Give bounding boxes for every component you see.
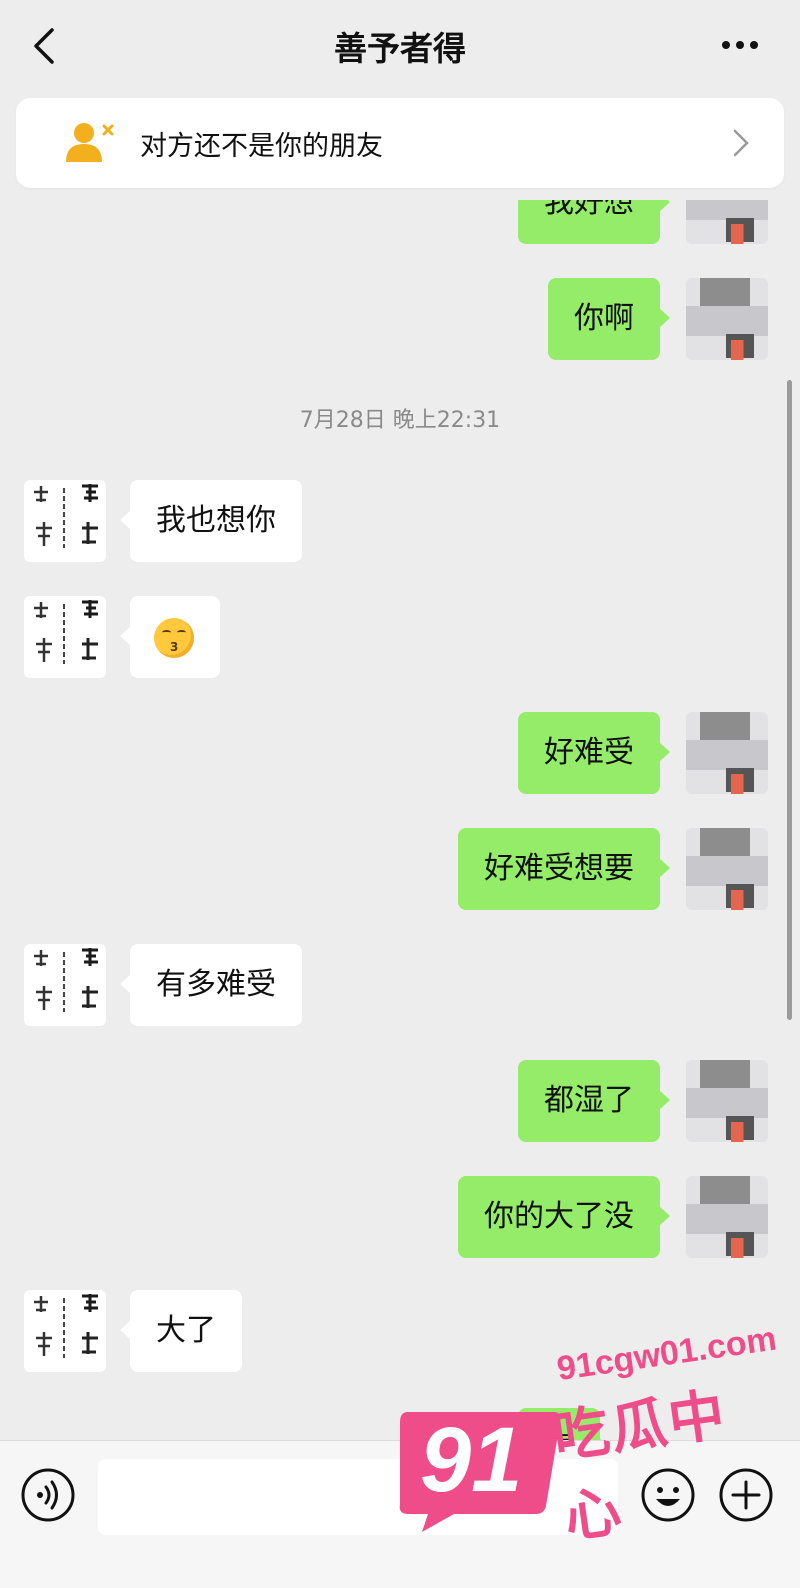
contact-avatar[interactable] [24,1290,106,1372]
kissing-face-icon: 3 [154,618,194,658]
calligraphy-avatar-image [34,948,98,1012]
message-bubble-received[interactable]: 3 [120,596,220,678]
calligraphy-avatar-image [34,1294,98,1358]
scrollbar[interactable] [787,380,792,1020]
message-bubble-received[interactable]: 有多难受 [120,944,302,1026]
message-timestamp: 7月28日 晚上22:31 [299,408,501,433]
chat-header: 善予者得 [0,0,800,96]
watermark-number: 91 [420,1409,523,1511]
contact-avatar[interactable] [24,596,106,678]
message-bubble-received[interactable]: 大了 [120,1290,242,1372]
message-bubble-received[interactable]: 我也想你 [120,480,302,562]
message-bubble-sent[interactable]: 你的大了没 [458,1176,670,1258]
my-avatar[interactable] [686,712,768,794]
banner-text: 对方还不是你的朋友 [140,131,383,162]
my-avatar[interactable] [686,278,768,360]
message-bubble-sent[interactable]: 都湿了 [518,1060,670,1142]
contact-avatar[interactable] [24,944,106,1026]
message-bubble-sent[interactable]: 你啊 [548,278,670,360]
voice-input-icon[interactable] [20,1467,76,1523]
chevron-right-icon [733,129,749,157]
calligraphy-avatar-image [34,600,98,664]
my-avatar[interactable] [686,1176,768,1258]
message-bubble-sent[interactable]: 好难受想要 [458,828,670,910]
my-avatar[interactable] [686,1060,768,1142]
calligraphy-avatar-image [34,484,98,548]
contact-avatar[interactable] [24,480,106,562]
message-bubble-sent[interactable]: 我好想 [518,200,670,244]
message-list[interactable]: 我好想 你啊 7月28日 晚上22:31 我也想你 3 好难受 好难受想要 有多… [0,200,800,1458]
user-remove-icon [66,123,114,162]
watermark-name: 吃瓜中心 [549,1382,731,1552]
message-bubble-sent[interactable]: 好难受 [518,712,670,794]
my-avatar[interactable] [686,828,768,910]
chat-title: 善予者得 [334,29,466,68]
more-options-icon[interactable] [720,30,760,60]
my-avatar[interactable] [686,200,768,244]
not-friend-banner[interactable]: 对方还不是你的朋友 [16,98,784,188]
